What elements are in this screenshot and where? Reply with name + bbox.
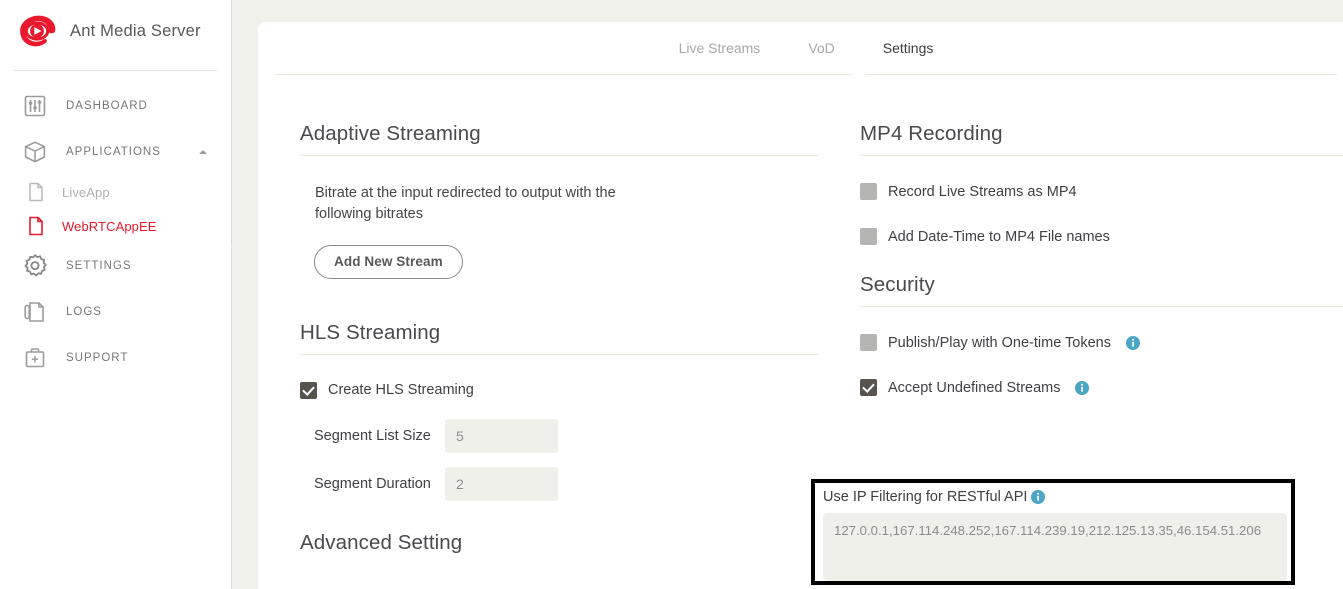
accept-undefined-streams-row[interactable]: Accept Undefined Streams	[860, 379, 1343, 396]
create-hls-streaming-label: Create HLS Streaming	[328, 382, 474, 399]
sidebar: Ant Media Server DASHBOARD APPLICATIONS …	[0, 0, 232, 589]
add-new-stream-button[interactable]: Add New Stream	[314, 244, 463, 279]
accept-undefined-streams-label: Accept Undefined Streams	[888, 379, 1061, 396]
sliders-icon	[22, 93, 48, 119]
add-date-time-checkbox[interactable]	[860, 228, 877, 245]
record-live-streams-row[interactable]: Record Live Streams as MP4	[860, 183, 1343, 200]
info-icon[interactable]	[1031, 490, 1046, 504]
record-live-streams-label: Record Live Streams as MP4	[888, 183, 1077, 200]
ip-filtering-highlight-box: Use IP Filtering for RESTful API	[811, 479, 1295, 585]
ip-filtering-input[interactable]	[823, 513, 1287, 581]
sidebar-item-settings[interactable]: SETTINGS	[0, 243, 231, 289]
create-hls-streaming-row[interactable]: Create HLS Streaming	[300, 381, 818, 399]
sidebar-item-dashboard[interactable]: DASHBOARD	[0, 83, 231, 129]
tab-settings[interactable]: Settings	[881, 36, 936, 60]
brand-name: Ant Media Server	[70, 21, 201, 40]
settings-card: Live Streams VoD Settings Adaptive Strea…	[258, 22, 1343, 589]
mp4-recording-body: Record Live Streams as MP4 Add Date-Time…	[860, 156, 1343, 245]
accept-undefined-streams-checkbox[interactable]	[860, 379, 877, 396]
segment-duration-row: Segment Duration	[300, 466, 818, 501]
mp4-recording-title: MP4 Recording	[860, 122, 1343, 156]
sidebar-nav: DASHBOARD APPLICATIONS LiveApp WebRTCApp…	[0, 71, 231, 381]
create-hls-streaming-checkbox[interactable]	[300, 381, 317, 399]
sidebar-item-logs[interactable]: LOGS	[0, 289, 231, 335]
file-icon	[26, 215, 46, 237]
document-pen-icon	[22, 299, 48, 325]
sidebar-item-applications[interactable]: APPLICATIONS	[0, 129, 231, 175]
one-time-tokens-row[interactable]: Publish/Play with One-time Tokens	[860, 334, 1343, 351]
record-live-streams-checkbox[interactable]	[860, 183, 877, 200]
box-icon	[22, 139, 48, 165]
briefcase-plus-icon	[22, 345, 48, 371]
main-content: Live Streams VoD Settings Adaptive Strea…	[232, 0, 1343, 589]
segment-duration-input[interactable]	[445, 466, 558, 501]
sidebar-item-label: APPLICATIONS	[66, 146, 161, 158]
sidebar-item-label: WebRTCAppEE	[62, 218, 157, 234]
one-time-tokens-checkbox[interactable]	[860, 334, 877, 351]
hls-streaming-title: HLS Streaming	[300, 321, 818, 355]
advanced-setting-title: Advanced Setting	[300, 530, 463, 554]
active-tab-indicator	[850, 67, 868, 76]
sidebar-item-label: LOGS	[66, 306, 102, 318]
sidebar-item-support[interactable]: SUPPORT	[0, 335, 231, 381]
brand-header: Ant Media Server	[0, 0, 231, 62]
tab-vod[interactable]: VoD	[806, 36, 836, 60]
segment-list-size-label: Segment List Size	[314, 427, 431, 444]
sidebar-item-label: DASHBOARD	[66, 100, 148, 112]
chevron-up-icon[interactable]	[199, 150, 207, 154]
ip-filtering-label: Use IP Filtering for RESTful API	[823, 489, 1028, 505]
sidebar-item-webrtcappee[interactable]: WebRTCAppEE	[0, 209, 231, 243]
adaptive-streaming-description: Bitrate at the input redirected to outpu…	[315, 185, 616, 223]
left-settings-column: Adaptive Streaming Bitrate at the input …	[300, 122, 818, 564]
tab-live-streams[interactable]: Live Streams	[677, 36, 763, 60]
adaptive-streaming-body: Bitrate at the input redirected to outpu…	[300, 156, 818, 279]
info-icon[interactable]	[1075, 380, 1090, 395]
tab-divider	[275, 67, 1337, 84]
ip-filtering-label-row: Use IP Filtering for RESTful API	[823, 489, 1283, 505]
tab-bar: Live Streams VoD Settings	[258, 22, 1343, 74]
one-time-tokens-label: Publish/Play with One-time Tokens	[888, 334, 1111, 351]
add-date-time-label: Add Date-Time to MP4 File names	[888, 228, 1110, 245]
segment-duration-label: Segment Duration	[314, 475, 431, 492]
file-icon	[26, 181, 46, 203]
info-icon[interactable]	[1125, 335, 1140, 350]
sidebar-item-label: LiveApp	[62, 184, 110, 200]
sidebar-item-label: SETTINGS	[66, 260, 132, 272]
gear-icon	[22, 253, 48, 279]
ant-media-eye-logo-icon	[14, 11, 60, 51]
sidebar-item-label: SUPPORT	[66, 352, 129, 364]
segment-list-size-row: Segment List Size	[300, 418, 818, 453]
add-date-time-row[interactable]: Add Date-Time to MP4 File names	[860, 228, 1343, 245]
app-root: Ant Media Server DASHBOARD APPLICATIONS …	[0, 0, 1343, 589]
adaptive-streaming-title: Adaptive Streaming	[300, 122, 818, 156]
hls-streaming-body: Create HLS Streaming Segment List Size S…	[300, 355, 818, 501]
security-body: Publish/Play with One-time Tokens Accept…	[860, 307, 1343, 396]
segment-list-size-input[interactable]	[445, 418, 558, 453]
sidebar-item-liveapp[interactable]: LiveApp	[0, 175, 231, 209]
security-title: Security	[860, 273, 1343, 307]
